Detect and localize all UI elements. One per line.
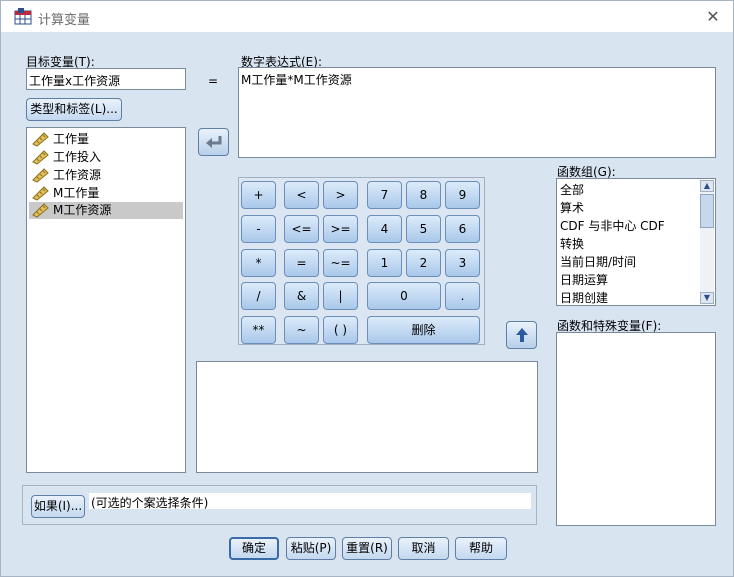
if-condition-text: (可选的个案选择条件): [91, 496, 209, 510]
key-5[interactable]: 5: [406, 215, 441, 243]
scroll-down-icon[interactable]: ▼: [700, 292, 714, 304]
insert-function-button[interactable]: [506, 321, 537, 349]
function-group-item[interactable]: 当前日期/时间: [560, 253, 636, 271]
type-and-label-button[interactable]: 类型和标签(L)...: [26, 98, 122, 121]
arrow-left-icon: [205, 136, 221, 148]
expression-value: M工作量*M工作资源: [241, 73, 352, 87]
variable-name: 工作量: [53, 132, 90, 146]
function-description-box: [196, 361, 538, 473]
ok-button[interactable]: 确定: [229, 537, 279, 560]
key-less-than[interactable]: <: [284, 181, 319, 209]
function-group-item[interactable]: 日期创建: [560, 289, 608, 307]
scale-ruler-icon: [32, 186, 49, 201]
reset-button[interactable]: 重置(R): [342, 537, 392, 560]
key-less-equal[interactable]: <=: [284, 215, 319, 243]
target-variable-value: 工作量x工作资源: [29, 74, 121, 88]
key-decimal[interactable]: .: [445, 282, 480, 310]
scroll-thumb[interactable]: [700, 194, 714, 228]
title-bar: 计算变量 ✕: [1, 1, 733, 32]
variable-list[interactable]: 工作量 工作投入 工作资源 M工作量 M工作资源: [26, 127, 186, 473]
scale-ruler-icon: [32, 150, 49, 165]
key-not[interactable]: ~: [284, 316, 319, 344]
key-plus[interactable]: +: [241, 181, 276, 209]
key-6[interactable]: 6: [445, 215, 480, 243]
variable-item-selected[interactable]: M工作资源: [29, 202, 183, 219]
key-divide[interactable]: /: [241, 282, 276, 310]
window-title: 计算变量: [38, 13, 91, 28]
key-and[interactable]: &: [284, 282, 319, 310]
variable-name: M工作量: [53, 186, 100, 200]
scale-ruler-icon: [32, 168, 49, 183]
key-delete[interactable]: 删除: [367, 316, 480, 344]
app-icon: [14, 8, 32, 25]
scale-ruler-icon: [32, 203, 49, 218]
expression-input[interactable]: M工作量*M工作资源: [238, 67, 716, 158]
key-8[interactable]: 8: [406, 181, 441, 209]
target-variable-input[interactable]: 工作量x工作资源: [26, 68, 186, 90]
if-condition-frame: 如果(I)... (可选的个案选择条件): [22, 485, 537, 525]
key-parentheses[interactable]: ( ): [323, 316, 358, 344]
key-greater-equal[interactable]: >=: [323, 215, 358, 243]
if-button[interactable]: 如果(I)...: [31, 495, 85, 518]
function-group-scrollbar[interactable]: ▲ ▼: [700, 180, 714, 304]
function-group-item[interactable]: CDF 与非中心 CDF: [560, 217, 665, 235]
function-group-item[interactable]: 全部: [560, 181, 584, 199]
function-group-item[interactable]: 算术: [560, 199, 584, 217]
variable-item[interactable]: 工作资源: [29, 167, 183, 184]
move-to-expression-button[interactable]: [198, 128, 229, 156]
if-condition-field: (可选的个案选择条件): [89, 493, 531, 510]
key-3[interactable]: 3: [445, 249, 480, 277]
key-minus[interactable]: -: [241, 215, 276, 243]
variable-name: 工作资源: [53, 168, 102, 182]
paste-button[interactable]: 粘贴(P): [286, 537, 336, 560]
equals-sign: =: [208, 74, 219, 88]
variable-name: M工作资源: [53, 203, 112, 217]
variable-item[interactable]: 工作投入: [29, 149, 183, 166]
key-multiply[interactable]: *: [241, 249, 276, 277]
variable-item[interactable]: M工作量: [29, 185, 183, 202]
key-power[interactable]: **: [241, 316, 276, 344]
cancel-button[interactable]: 取消: [398, 537, 449, 560]
key-4[interactable]: 4: [367, 215, 402, 243]
variable-name: 工作投入: [53, 150, 102, 164]
help-button[interactable]: 帮助: [455, 537, 507, 560]
calculator-keypad: + < > 7 8 9 - <= >= 4 5 6 * = ~= 1 2 3 /…: [238, 177, 485, 345]
key-equal[interactable]: =: [284, 249, 319, 277]
key-greater-than[interactable]: >: [323, 181, 358, 209]
variable-item[interactable]: 工作量: [29, 131, 183, 148]
key-or[interactable]: |: [323, 282, 358, 310]
scroll-up-icon[interactable]: ▲: [700, 180, 714, 192]
arrow-up-icon: [515, 328, 528, 342]
key-0[interactable]: 0: [367, 282, 441, 310]
function-group-list[interactable]: 全部 算术 CDF 与非中心 CDF 转换 当前日期/时间 日期运算 日期创建 …: [556, 178, 716, 306]
scale-ruler-icon: [32, 132, 49, 147]
key-9[interactable]: 9: [445, 181, 480, 209]
key-1[interactable]: 1: [367, 249, 402, 277]
function-group-item[interactable]: 转换: [560, 235, 584, 253]
close-icon[interactable]: ✕: [703, 7, 723, 27]
compute-variable-dialog: 计算变量 ✕ 目标变量(T): 工作量x工作资源 = 数字表达式(E): M工作…: [0, 0, 734, 577]
function-group-item[interactable]: 日期运算: [560, 271, 608, 289]
key-7[interactable]: 7: [367, 181, 402, 209]
key-not-equal[interactable]: ~=: [323, 249, 358, 277]
functions-list[interactable]: [556, 332, 716, 526]
key-2[interactable]: 2: [406, 249, 441, 277]
